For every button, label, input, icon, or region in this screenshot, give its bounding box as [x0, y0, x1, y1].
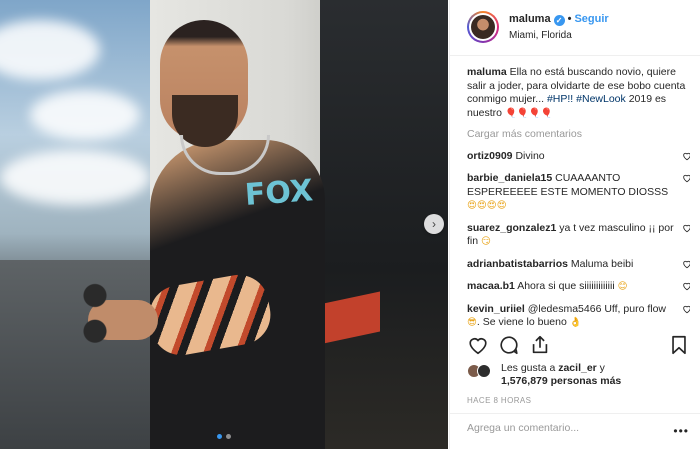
- add-comment-bar: •••: [450, 413, 700, 449]
- likes-count[interactable]: 1,576,879: [501, 375, 548, 387]
- comment-item: adrianbatistabarrios Maluma beibi: [467, 258, 690, 272]
- likes-text: Les gusta a zacil_er y 1,576,879 persona…: [501, 362, 621, 388]
- comment-emojis: 😎: [467, 317, 477, 328]
- comment-item: kevin_uriiel @ledesma5466 Uff, puro flow…: [467, 302, 690, 328]
- more-options-icon[interactable]: •••: [673, 424, 689, 438]
- comment-like-heart-icon[interactable]: [682, 281, 690, 291]
- caption-emojis: 🎈🎈🎈🎈: [504, 107, 553, 119]
- post-caption: maluma Ella no está buscando novio, quie…: [467, 66, 690, 120]
- header-separator: •: [567, 13, 572, 25]
- comment-username[interactable]: macaa.b1: [467, 280, 515, 292]
- likes-suffix[interactable]: personas más: [551, 375, 622, 387]
- photo-sunglasses: [82, 270, 108, 355]
- comment-text-tail: . Se viene lo bueno: [476, 316, 567, 328]
- comment-item: suarez_gonzalez1 ya t vez masculino ¡¡ p…: [467, 222, 690, 249]
- comment-bubble-icon[interactable]: [498, 334, 520, 356]
- comment-emojis: 😏: [481, 236, 491, 247]
- comment-text: Divino: [515, 149, 545, 162]
- comment-item: ortiz0909 Divino: [467, 150, 690, 164]
- carousel-dots: [217, 434, 231, 439]
- comment-emojis: 😊: [617, 281, 628, 292]
- comment-item: macaa.b1 Ahora si que siiiiiiiiiiiii 😊: [467, 280, 690, 294]
- comment-like-heart-icon[interactable]: [682, 173, 690, 183]
- chevron-right-icon: ›: [432, 217, 436, 231]
- comment-emojis: 😍😍😍😍: [467, 200, 507, 211]
- comment-text: Ahora si que siiiiiiiiiiiii: [517, 280, 615, 292]
- likes-connector: y: [599, 362, 605, 374]
- add-comment-input[interactable]: [467, 422, 667, 434]
- likes-line1: Les gusta a: [501, 362, 556, 374]
- comment-text: Maluma beibi: [570, 257, 634, 270]
- comment-username[interactable]: adrianbatistabarrios: [467, 258, 568, 270]
- heart-icon[interactable]: [467, 334, 489, 356]
- verified-badge-icon: ✓: [553, 15, 565, 26]
- liker-avatar: [477, 364, 491, 378]
- photo-cloud: [30, 90, 140, 140]
- photo-cloud: [0, 150, 150, 205]
- avatar[interactable]: [467, 11, 499, 43]
- follow-button[interactable]: Seguir: [574, 13, 608, 25]
- comment-username[interactable]: ortiz0909: [467, 150, 513, 162]
- carousel-dot-active: [217, 434, 222, 439]
- post-sidebar: maluma ✓ • Seguir Miami, Florida maluma Ell…: [449, 0, 700, 449]
- likes-summary: Les gusta a zacil_er y 1,576,879 persona…: [467, 362, 690, 392]
- post-timestamp[interactable]: HACE 8 HORAS: [467, 396, 531, 405]
- comment-username[interactable]: barbie_daniela15: [467, 172, 552, 184]
- comment-like-heart-icon[interactable]: [682, 151, 690, 161]
- comment-username[interactable]: kevin_uriiel: [467, 303, 525, 315]
- comment-like-heart-icon[interactable]: [682, 223, 690, 233]
- post-header: maluma ✓ • Seguir Miami, Florida: [450, 0, 700, 56]
- carousel-next-button[interactable]: ›: [424, 214, 444, 234]
- comment-like-heart-icon[interactable]: [682, 259, 690, 269]
- caption-hashtags[interactable]: #HP!! #NewLook: [547, 93, 626, 105]
- photo-cloud: [0, 20, 100, 80]
- comments-list[interactable]: maluma Ella no está buscando novio, quie…: [467, 66, 690, 328]
- comment-item: barbie_daniela15 CUAAAANTO ESPEREEEEE ES…: [467, 172, 690, 213]
- caption-username[interactable]: maluma: [467, 66, 507, 78]
- likes-username[interactable]: zacil_er: [558, 362, 597, 374]
- header-user-line: maluma ✓ • Seguir: [509, 13, 609, 26]
- bookmark-icon[interactable]: [668, 334, 690, 356]
- liker-avatars[interactable]: [467, 364, 495, 378]
- carousel-dot: [226, 434, 231, 439]
- header-location[interactable]: Miami, Florida: [509, 30, 572, 41]
- post-actions: [467, 334, 690, 358]
- post-photo[interactable]: FOX ›: [0, 0, 448, 449]
- comment-text: @ledesma5466 Uff, puro flow: [527, 302, 666, 315]
- share-icon[interactable]: [529, 334, 551, 356]
- comment-like-heart-icon[interactable]: [682, 304, 690, 314]
- load-more-comments-link[interactable]: Cargar más comentarios: [467, 128, 690, 142]
- comment-username[interactable]: suarez_gonzalez1: [467, 222, 556, 234]
- avatar-ring: [469, 13, 497, 41]
- comment-emojis-tail: 👌: [569, 317, 582, 328]
- header-username[interactable]: maluma: [509, 13, 551, 25]
- avatar-image: [471, 15, 495, 39]
- photo-jersey-text: FOX: [244, 173, 314, 213]
